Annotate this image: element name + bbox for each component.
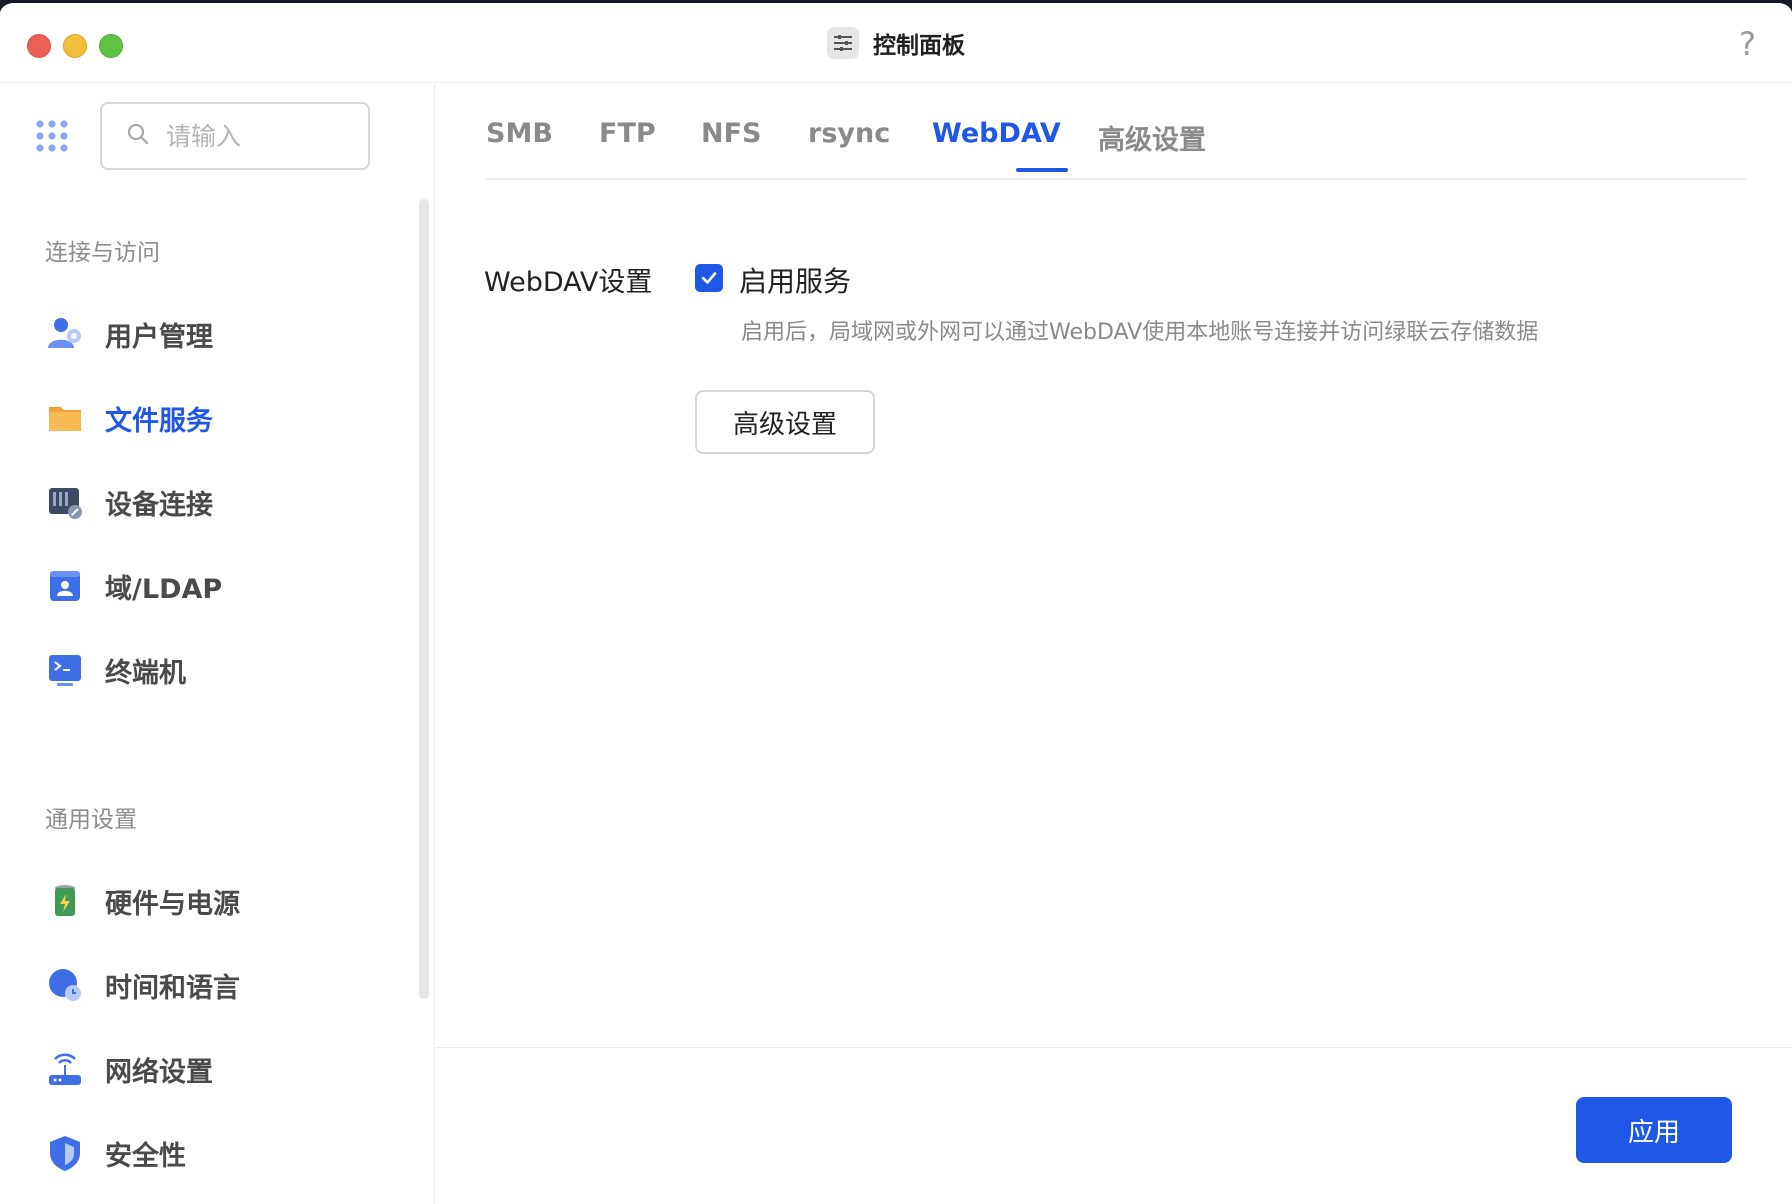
control-panel-icon [827, 27, 859, 59]
sidebar-item-file-services[interactable]: 文件服务 [45, 388, 385, 448]
ldap-icon [45, 566, 85, 606]
service-tabs: SMB FTP NFS rsync WebDAV 高级设置 [486, 84, 1746, 180]
tab-advanced-settings[interactable]: 高级设置 [1098, 118, 1206, 157]
sidebar: 连接与访问 用户管理 文件服务 [0, 84, 435, 1204]
tab-ftp[interactable]: FTP [599, 118, 656, 149]
search-input[interactable] [166, 121, 346, 151]
sidebar-item-label: 硬件与电源 [105, 888, 240, 920]
shield-icon [45, 1133, 85, 1173]
active-tab-indicator [1016, 168, 1068, 172]
terminal-icon [45, 650, 85, 690]
tab-nfs[interactable]: NFS [701, 118, 762, 149]
checkmark-icon [701, 272, 717, 284]
sidebar-item-user-management[interactable]: 用户管理 [45, 304, 385, 364]
folder-icon [45, 398, 85, 438]
main-content: SMB FTP NFS rsync WebDAV 高级设置 WebDAV设置 启… [436, 84, 1792, 1204]
sidebar-item-ldap[interactable]: 域/LDAP [45, 556, 385, 616]
sidebar-item-device-connection[interactable]: 设备连接 [45, 472, 385, 532]
enable-service-label[interactable]: 启用服务 [739, 260, 851, 300]
apply-button[interactable]: 应用 [1576, 1097, 1732, 1163]
advanced-settings-button[interactable]: 高级设置 [695, 390, 875, 454]
sidebar-item-network[interactable]: 网络设置 [45, 1039, 385, 1099]
enable-service-checkbox[interactable] [695, 264, 723, 292]
sidebar-item-hardware-power[interactable]: 硬件与电源 [45, 871, 385, 931]
sidebar-item-label: 时间和语言 [105, 972, 240, 1004]
sidebar-scrollbar[interactable] [419, 199, 429, 999]
search-icon [126, 122, 150, 150]
tab-smb[interactable]: SMB [486, 118, 553, 149]
tab-rsync[interactable]: rsync [808, 118, 890, 149]
tab-webdav[interactable]: WebDAV [932, 118, 1061, 149]
webdav-settings-label: WebDAV设置 [484, 267, 653, 298]
window-title: 控制面板 [873, 33, 965, 59]
section-label-connection: 连接与访问 [45, 240, 160, 266]
sidebar-item-time-language[interactable]: 时间和语言 [45, 955, 385, 1015]
sidebar-item-label: 用户管理 [105, 321, 213, 353]
search-box[interactable] [100, 102, 370, 170]
app-grid-icon[interactable] [35, 119, 69, 153]
sidebar-item-terminal[interactable]: 终端机 [45, 640, 385, 700]
router-icon [45, 1049, 85, 1089]
enable-service-description: 启用后，局域网或外网可以通过WebDAV使用本地账号连接并访问绿联云存储数据 [741, 320, 1539, 345]
sidebar-item-label: 安全性 [105, 1140, 186, 1172]
sidebar-item-label: 网络设置 [105, 1056, 213, 1088]
globe-clock-icon [45, 965, 85, 1005]
battery-icon [45, 881, 85, 921]
section-label-general: 通用设置 [45, 807, 137, 833]
control-panel-window: 控制面板 ? 请输入 连接与访问 用户管理 文件服务 设备连接 域/LDAP 终… [0, 0, 1792, 1204]
help-icon[interactable]: ? [1739, 25, 1756, 63]
window-title-group: 控制面板 [0, 3, 1792, 83]
device-connection-icon [45, 482, 85, 522]
sidebar-item-label: 域/LDAP [105, 573, 223, 605]
user-management-icon [45, 314, 85, 354]
sidebar-item-label: 文件服务 [105, 405, 213, 437]
sidebar-item-label: 终端机 [105, 657, 186, 689]
sidebar-item-security[interactable]: 安全性 [45, 1123, 385, 1183]
title-bar: 控制面板 ? [0, 3, 1792, 83]
sidebar-item-label: 设备连接 [105, 489, 213, 521]
footer-divider [436, 1047, 1792, 1048]
